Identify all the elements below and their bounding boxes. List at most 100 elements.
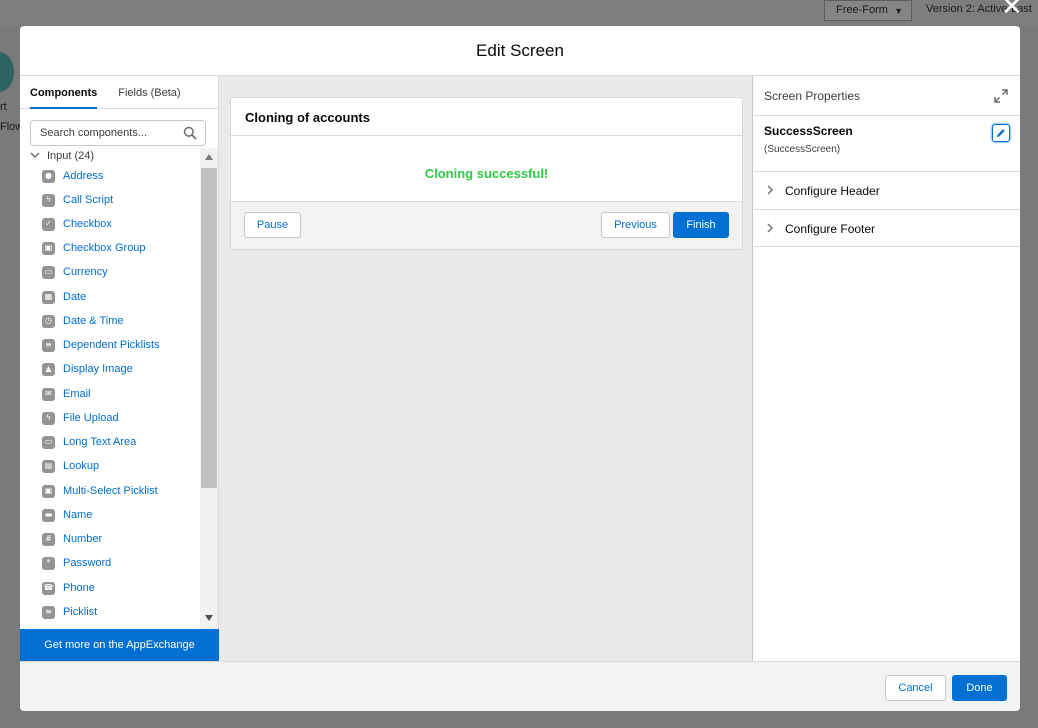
lightning-icon: ϟ: [42, 411, 55, 425]
list-item[interactable]: ≡ Dependent Picklists: [42, 335, 160, 355]
multi-select-icon: ▣: [42, 484, 55, 498]
item-label: Currency: [63, 266, 108, 278]
scroll-down-arrow-icon[interactable]: [205, 615, 213, 621]
list-item[interactable]: ▣ Checkbox Group: [42, 238, 146, 258]
screen-api-name: (SuccessScreen): [764, 144, 841, 155]
list-item[interactable]: ϟ File Upload: [42, 408, 119, 428]
list-item[interactable]: ✉ Email: [42, 384, 91, 404]
section-title: Configure Header: [785, 184, 880, 198]
scrollbar-thumb[interactable]: [201, 168, 217, 488]
success-message: Cloning successful!: [424, 166, 549, 181]
list-item[interactable]: ▤ Lookup: [42, 456, 99, 476]
list-item[interactable]: ϟ Call Script: [42, 190, 113, 210]
date-time-icon: ◷: [42, 314, 55, 328]
list-item[interactable]: ▲ Display Image: [42, 359, 133, 379]
image-icon: ▲: [42, 362, 55, 376]
close-icon[interactable]: ✕: [1001, 0, 1023, 20]
currency-icon: ▭: [42, 265, 55, 279]
list-item[interactable]: ● Address: [42, 166, 103, 186]
list-item[interactable]: ▣ Multi-Select Picklist: [42, 481, 158, 501]
modal-title: Edit Screen: [476, 41, 564, 60]
item-label: Display Image: [63, 363, 133, 375]
chevron-right-icon: [767, 185, 773, 195]
component-list: Input (24) ● Address ϟ Call Script ✓ Checkb…: [20, 148, 219, 629]
list-item[interactable]: ≡ Picklist: [42, 602, 97, 622]
tab-fields-beta[interactable]: Fields (Beta): [118, 76, 180, 109]
configure-header-section[interactable]: Configure Header: [754, 171, 1020, 209]
section-label: Input (24): [47, 150, 95, 162]
canvas-mode-select[interactable]: Free-Form ▼: [824, 0, 912, 21]
lightning-icon: ϟ: [42, 193, 55, 207]
name-card-icon: ▬: [42, 508, 55, 522]
item-label: File Upload: [63, 412, 119, 424]
list-item[interactable]: # Number: [42, 529, 102, 549]
item-label: Number: [63, 533, 103, 545]
checkbox-group-icon: ▣: [42, 241, 55, 255]
item-label: Multi-Select Picklist: [63, 485, 158, 497]
list-item[interactable]: ◷ Date & Time: [42, 311, 124, 331]
edit-screen-modal: Edit Screen Components Fields (Beta) In: [20, 26, 1020, 711]
finish-button[interactable]: Finish: [673, 212, 729, 238]
list-item[interactable]: ▬ Name: [42, 505, 92, 525]
list-item[interactable]: ☎ Phone: [42, 578, 95, 598]
list-icon: ≡: [42, 605, 55, 619]
search-input[interactable]: [31, 121, 176, 145]
expand-icon[interactable]: [994, 89, 1008, 103]
lookup-icon: ▤: [42, 459, 55, 473]
password-icon: *: [42, 556, 55, 570]
checkbox-icon: ✓: [42, 217, 55, 231]
scroll-up-arrow-icon[interactable]: [205, 154, 213, 160]
search-icon[interactable]: [183, 126, 197, 140]
item-label: Name: [63, 509, 93, 521]
modal-footer: Cancel Done: [20, 661, 1020, 711]
calendar-icon: ▦: [42, 290, 55, 304]
list-icon: ≡: [42, 338, 55, 352]
cancel-button[interactable]: Cancel: [885, 675, 946, 701]
panel-tabs: Components Fields (Beta): [20, 76, 218, 109]
section-input-toggle[interactable]: Input (24): [30, 150, 94, 162]
screen-preview-card[interactable]: Cloning of accounts Cloning successful! …: [230, 97, 743, 250]
screen-label: SuccessScreen: [764, 124, 853, 138]
done-button[interactable]: Done: [952, 675, 1007, 701]
configure-footer-section[interactable]: Configure Footer: [754, 209, 1020, 247]
item-label: Picklist: [63, 606, 98, 618]
caret-down-icon: ▼: [894, 6, 903, 16]
screen-footer: Pause Previous Finish: [231, 201, 742, 249]
item-label: Checkbox Group: [63, 242, 146, 254]
item-label: Long Text Area: [63, 436, 137, 448]
modal-body: Components Fields (Beta) Input (24) ● Add…: [20, 76, 1020, 661]
textarea-icon: ▭: [42, 435, 55, 449]
background-node-label: rt: [0, 101, 7, 113]
number-icon: #: [42, 532, 55, 546]
modal-header: Edit Screen: [20, 26, 1020, 76]
list-item[interactable]: ▭ Currency: [42, 262, 108, 282]
item-label: Date: [63, 291, 87, 303]
tab-components[interactable]: Components: [30, 76, 98, 109]
search-box: [30, 120, 206, 146]
components-panel: Components Fields (Beta) Input (24) ● Add…: [20, 76, 219, 661]
appexchange-link[interactable]: Get more on the AppExchange: [20, 629, 219, 661]
start-node-icon: [0, 52, 14, 92]
list-item[interactable]: ✓ Checkbox: [42, 214, 112, 234]
previous-button[interactable]: Previous: [601, 212, 670, 238]
edit-button[interactable]: [992, 124, 1010, 142]
screen-canvas: Cloning of accounts Cloning successful! …: [219, 76, 753, 661]
pencil-icon: [997, 129, 1005, 137]
properties-title: Screen Properties: [764, 89, 861, 103]
component-list-scrollbar[interactable]: [200, 148, 218, 629]
canvas-mode-label: Free-Form: [836, 4, 888, 16]
map-pin-icon: ●: [42, 169, 55, 183]
item-label: Password: [63, 557, 112, 569]
item-label: Phone: [63, 582, 95, 594]
pause-button[interactable]: Pause: [244, 212, 301, 238]
list-item[interactable]: ▦ Date: [42, 287, 86, 307]
item-label: Email: [63, 388, 91, 400]
list-item[interactable]: ▭ Long Text Area: [42, 432, 136, 452]
properties-header: Screen Properties: [754, 76, 1020, 116]
list-item[interactable]: * Password: [42, 553, 111, 573]
screen-title: Cloning of accounts: [231, 98, 742, 136]
item-label: Dependent Picklists: [63, 339, 160, 351]
chevron-right-icon: [767, 223, 773, 233]
email-icon: ✉: [42, 387, 55, 401]
item-label: Call Script: [63, 194, 114, 206]
